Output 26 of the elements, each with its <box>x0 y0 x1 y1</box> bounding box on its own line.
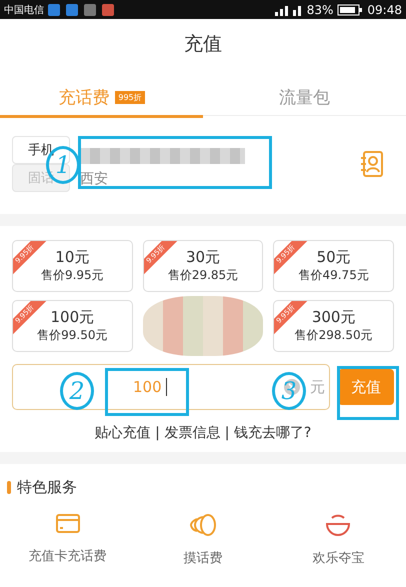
service-label[interactable]: 欢乐夺宝 <box>312 549 364 567</box>
clock: 09:48 <box>367 2 402 16</box>
contacts-icon[interactable] <box>360 151 384 177</box>
carrier-name: 中国电信 <box>4 4 44 16</box>
location-label: 西安 <box>80 170 109 188</box>
help-links[interactable]: 贴心充值 | 发票信息 | 钱充去哪了? <box>0 410 406 452</box>
bowl-icon[interactable] <box>324 513 352 537</box>
section-title: 特色服务 <box>17 478 77 497</box>
notification-icon <box>66 4 78 16</box>
section-marker <box>7 481 11 494</box>
discount-badge: 995折 <box>115 90 145 104</box>
battery-percent: 83% <box>306 2 334 16</box>
annotation-number: 2 <box>60 372 94 410</box>
battery-icon <box>337 4 364 16</box>
notification-icon <box>102 4 114 16</box>
unit-label: 元 <box>310 378 325 396</box>
notification-icon <box>48 4 60 16</box>
service-label[interactable]: 充值卡充话费 <box>28 547 107 565</box>
service-label[interactable]: 摸话费 <box>183 549 222 567</box>
page-title: 充值 <box>183 32 223 57</box>
coins-icon[interactable] <box>188 513 217 537</box>
annotation-number: 3 <box>272 372 306 410</box>
signal-icon <box>272 4 303 16</box>
card-icon[interactable] <box>54 513 81 535</box>
notification-icon <box>84 4 96 16</box>
annotation-box <box>337 366 399 420</box>
